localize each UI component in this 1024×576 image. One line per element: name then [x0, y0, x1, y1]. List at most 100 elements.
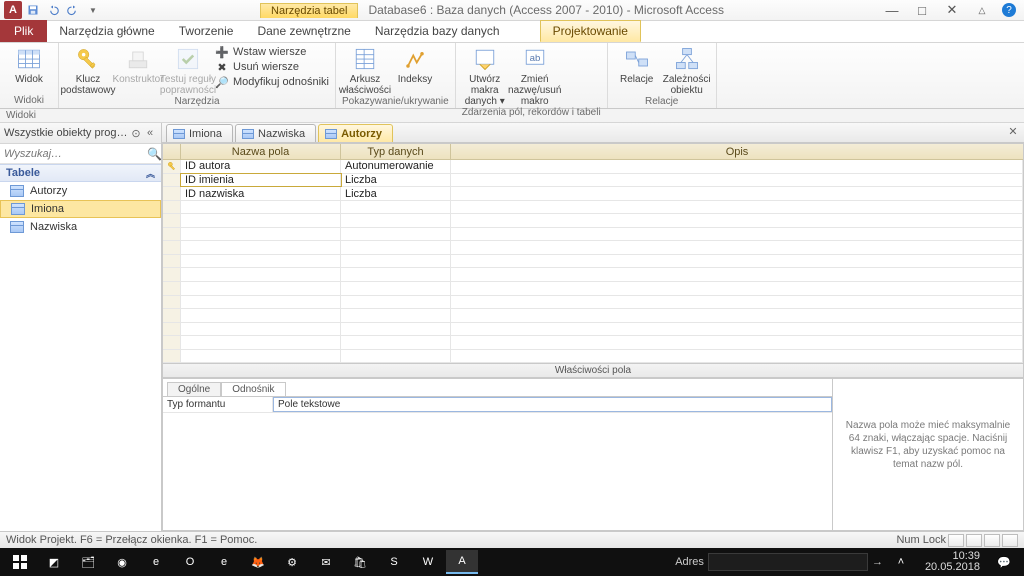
modify-lookups-button[interactable]: 🔎Modyfikuj odnośniki [215, 75, 329, 89]
tab-create[interactable]: Tworzenie [167, 20, 246, 42]
field-row-empty[interactable] [163, 309, 1023, 323]
mail-icon[interactable]: ✉ [310, 550, 342, 574]
object-dependencies-button[interactable]: Zależności obiektu [664, 45, 710, 96]
file-tab[interactable]: Plik [0, 20, 47, 42]
firefox-icon[interactable]: 🦊 [242, 550, 274, 574]
start-button[interactable] [4, 550, 36, 574]
delete-rows-button[interactable]: ✖Usuń wiersze [215, 60, 329, 74]
nav-pane-header[interactable]: Wszystkie obiekty progra… ⊙ « [0, 123, 161, 144]
doc-tab-nazwiska[interactable]: Nazwiska [235, 124, 316, 142]
nav-item-nazwiska[interactable]: Nazwiska [0, 218, 161, 236]
view-switch-datasheet[interactable] [948, 534, 964, 547]
edge-icon[interactable]: e [140, 550, 172, 574]
tab-design[interactable]: Projektowanie [540, 20, 641, 42]
file-explorer-icon[interactable]: 🗂 [72, 550, 104, 574]
nav-search-input[interactable] [4, 148, 147, 160]
skype-icon[interactable]: S [378, 550, 410, 574]
insert-rows-button[interactable]: ➕Wstaw wiersze [215, 45, 329, 59]
search-icon[interactable]: 🔍 [147, 147, 162, 161]
field-desc-cell[interactable] [451, 187, 1023, 200]
minimize-button[interactable]: — [882, 3, 902, 18]
row-selector[interactable] [163, 187, 181, 200]
field-row-empty[interactable] [163, 214, 1023, 228]
field-row[interactable]: ID autora Autonumerowanie [163, 160, 1023, 174]
word-icon[interactable]: W [412, 550, 444, 574]
doc-tab-imiona[interactable]: Imiona [166, 124, 233, 142]
address-go-icon[interactable]: → [872, 556, 883, 568]
field-row-empty[interactable] [163, 350, 1023, 364]
close-button[interactable]: ✕ [942, 2, 962, 18]
access-taskbar-icon[interactable]: A [446, 550, 478, 574]
view-button[interactable]: Widok [6, 45, 52, 85]
field-row-empty[interactable] [163, 228, 1023, 242]
property-grid[interactable]: Typ formantu Pole tekstowe [163, 397, 832, 530]
maximize-button[interactable]: □ [912, 3, 932, 18]
relationships-button[interactable]: Relacje [614, 45, 660, 85]
qat-dropdown-icon[interactable]: ▼ [84, 1, 102, 19]
property-value[interactable]: Pole tekstowe [273, 397, 832, 412]
settings-icon[interactable]: ⚙ [276, 550, 308, 574]
property-sheet-button[interactable]: Arkusz właściwości [342, 45, 388, 96]
field-row-empty[interactable] [163, 255, 1023, 269]
undo-icon[interactable] [44, 1, 62, 19]
property-row[interactable]: Typ formantu Pole tekstowe [163, 397, 832, 413]
opera-icon[interactable]: O [174, 550, 206, 574]
view-switch-other[interactable] [1002, 534, 1018, 547]
tab-home[interactable]: Narzędzia główne [47, 20, 166, 42]
field-desc-cell[interactable] [451, 160, 1023, 173]
doc-tab-autorzy[interactable]: Autorzy [318, 124, 393, 142]
create-data-macros-button[interactable]: Utwórz makra danych ▾ [462, 45, 508, 107]
prop-tab-lookup[interactable]: Odnośnik [221, 382, 285, 396]
field-row[interactable]: ID nazwiska Liczba [163, 187, 1023, 201]
nav-item-imiona[interactable]: Imiona [0, 200, 161, 218]
taskbar-clock[interactable]: 10:39 20.05.2018 [919, 551, 986, 573]
tab-external-data[interactable]: Dane zewnętrzne [245, 20, 362, 42]
help-icon[interactable]: ? [1002, 3, 1016, 17]
indexes-button[interactable]: Indeksy [392, 45, 438, 85]
field-name-cell[interactable]: ID imienia [181, 174, 341, 187]
view-switch-design[interactable] [966, 534, 982, 547]
field-row-empty[interactable] [163, 296, 1023, 310]
rename-delete-macro-button[interactable]: ab Zmień nazwę/usuń makro [512, 45, 558, 107]
prop-tab-general[interactable]: Ogólne [167, 382, 221, 396]
address-field[interactable] [708, 553, 868, 571]
ribbon-min-icon[interactable]: △ [972, 5, 992, 16]
chrome-icon[interactable]: ◉ [106, 550, 138, 574]
col-header-desc[interactable]: Opis [451, 144, 1023, 159]
field-type-cell[interactable]: Autonumerowanie [341, 160, 451, 173]
field-desc-cell[interactable] [451, 174, 1023, 187]
field-row-empty[interactable] [163, 268, 1023, 282]
field-name-cell[interactable]: ID nazwiska [181, 187, 341, 200]
field-row[interactable]: ID imienia Liczba [163, 174, 1023, 188]
taskview-icon[interactable]: ◩ [38, 550, 70, 574]
save-icon[interactable] [24, 1, 42, 19]
field-name-cell[interactable]: ID autora [181, 160, 341, 173]
primary-key-button[interactable]: Klucz podstawowy [65, 45, 111, 96]
field-row-empty[interactable] [163, 282, 1023, 296]
table-design-grid[interactable]: Nazwa pola Typ danych Opis ID autora Aut… [162, 143, 1024, 531]
ie-icon[interactable]: e [208, 550, 240, 574]
field-row-empty[interactable] [163, 241, 1023, 255]
field-type-cell[interactable]: Liczba [341, 187, 451, 200]
col-header-name[interactable]: Nazwa pola [181, 144, 341, 159]
tab-database-tools[interactable]: Narzędzia bazy danych [363, 20, 512, 42]
field-row-empty[interactable] [163, 323, 1023, 337]
field-row-empty[interactable] [163, 201, 1023, 215]
field-row-empty[interactable] [163, 336, 1023, 350]
collapse-icon[interactable]: ︽ [146, 167, 155, 180]
field-type-cell[interactable]: Liczba [341, 174, 451, 187]
col-header-type[interactable]: Typ danych [341, 144, 451, 159]
redo-icon[interactable] [64, 1, 82, 19]
nav-category-tables[interactable]: Tabele ︽ [0, 164, 161, 182]
tray-up-icon[interactable]: ˄ [885, 550, 917, 574]
row-selector[interactable] [163, 174, 181, 187]
nav-pane-collapse-icon[interactable]: « [143, 127, 157, 139]
nav-pane-dropdown-icon[interactable]: ⊙ [129, 127, 143, 140]
view-switch-sql[interactable] [984, 534, 1000, 547]
nav-item-autorzy[interactable]: Autorzy [0, 182, 161, 200]
row-selector[interactable] [163, 160, 181, 173]
store-icon[interactable]: 🛍 [344, 550, 376, 574]
doc-close-button[interactable]: ✕ [1006, 125, 1020, 139]
notifications-icon[interactable]: 💬 [988, 550, 1020, 574]
app-icon[interactable]: A [4, 1, 22, 19]
